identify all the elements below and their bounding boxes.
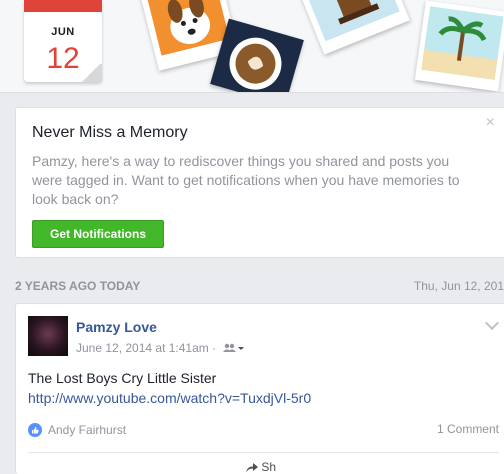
liker-name[interactable]: Andy Fairhurst: [48, 423, 126, 437]
avatar[interactable]: [28, 316, 68, 356]
calendar-page-curl: [80, 64, 102, 82]
section-date: Thu, Jun 12, 201: [413, 279, 504, 293]
post-author-link[interactable]: Pamzy Love: [76, 319, 157, 335]
card-description: Pamzy, here's a way to rediscover things…: [32, 153, 460, 207]
calendar-header: [24, 0, 102, 12]
card-title: Never Miss a Memory: [32, 124, 188, 141]
share-button[interactable]: Sh: [246, 460, 276, 474]
close-icon[interactable]: ×: [486, 114, 495, 132]
friends-audience-icon[interactable]: [223, 342, 245, 356]
memory-post-card: Pamzy Love June 12, 2014 at 1:41am · The…: [15, 303, 504, 474]
memory-notification-card: Never Miss a Memory × Pamzy, here's a wa…: [15, 107, 504, 258]
post-options-chevron-icon[interactable]: [484, 315, 500, 331]
post-link[interactable]: http://www.youtube.com/watch?v=TuxdjVl-5…: [28, 390, 311, 406]
share-arrow-icon: [246, 462, 258, 473]
share-label: Sh: [261, 460, 277, 474]
action-divider: [28, 452, 499, 453]
post-text: The Lost Boys Cry Little Sister: [28, 370, 217, 386]
years-ago-label: 2 YEARS AGO TODAY: [15, 279, 141, 293]
comment-count[interactable]: 1 Comment: [437, 422, 499, 436]
chair-photo-illustration: [298, 0, 410, 55]
calendar-month: JUN: [51, 26, 75, 38]
likes-row[interactable]: Andy Fairhurst: [28, 422, 126, 438]
post-meta: June 12, 2014 at 1:41am ·: [76, 341, 245, 356]
meta-separator: ·: [212, 341, 217, 355]
memories-banner: JUN 12: [0, 0, 504, 93]
beach-photo-illustration: [414, 0, 504, 92]
post-timestamp[interactable]: June 12, 2014 at 1:41am: [76, 341, 209, 355]
get-notifications-button[interactable]: Get Notifications: [32, 220, 164, 248]
like-icon: [28, 423, 42, 437]
calendar-illustration: JUN 12: [24, 0, 102, 82]
